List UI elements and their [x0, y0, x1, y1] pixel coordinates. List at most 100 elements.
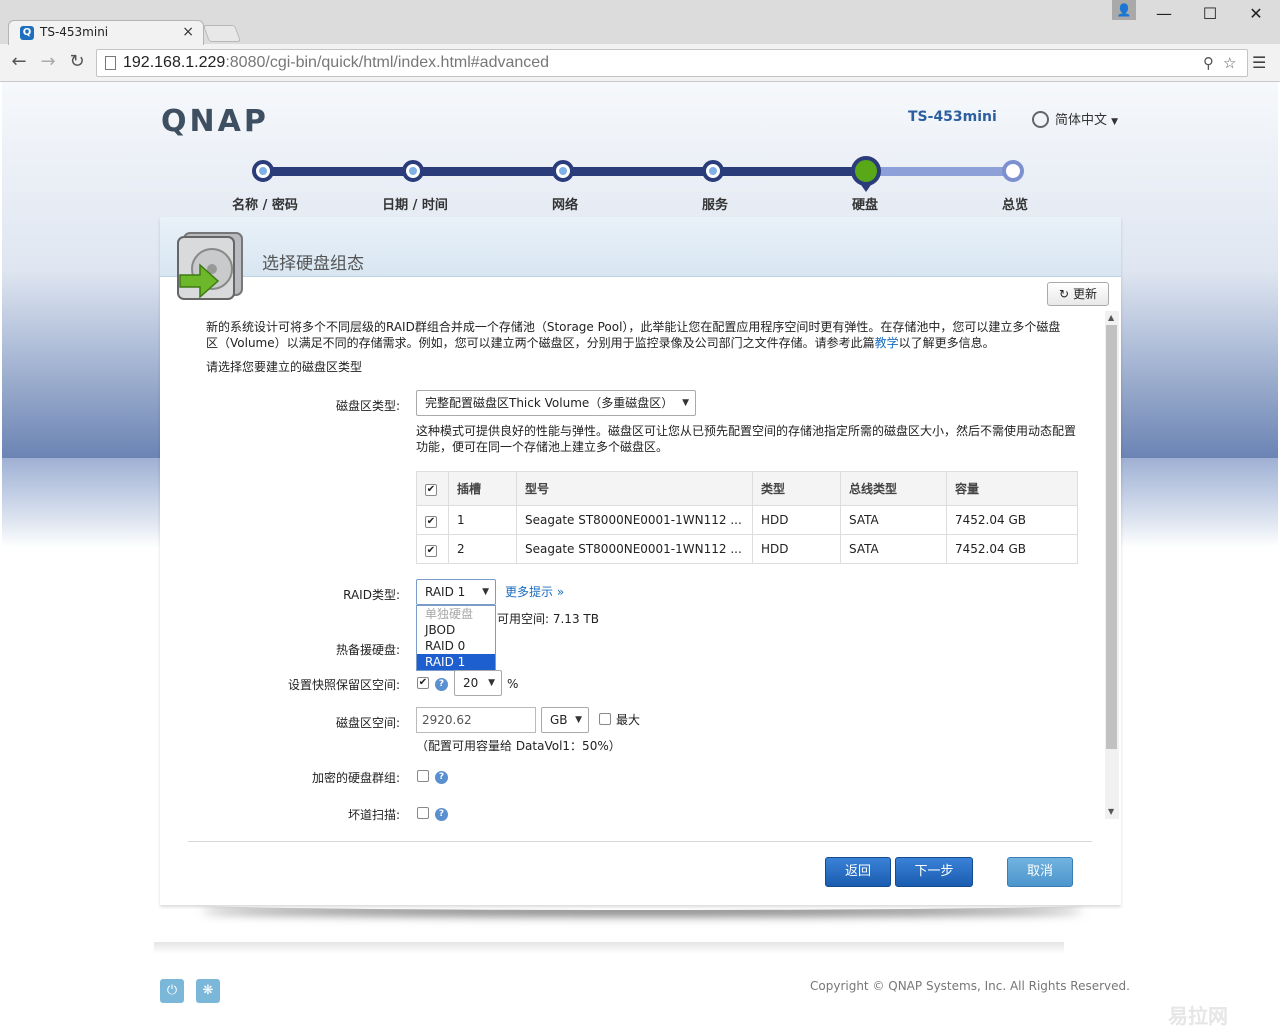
profile-icon[interactable]: 👤 — [1112, 0, 1136, 20]
hot-spare-label: 热备援硬盘: — [335, 643, 400, 657]
more-tips-link[interactable]: 更多提示 » — [505, 583, 564, 600]
available-space: 可用空间: 7.13 TB — [497, 612, 599, 626]
disk-config-dialog: 选择硬盘组态 ↻ 更新 ▲ ▼ 新的系统设计可将多个不同层级的RAID群组合并成… — [160, 217, 1121, 905]
dialog-title: 选择硬盘组态 — [262, 254, 364, 274]
help-icon[interactable]: ? — [435, 678, 448, 691]
step-dot-service — [702, 160, 724, 182]
tutorial-link[interactable]: 教学 — [875, 336, 899, 350]
cell-model: Seagate ST8000NE0001-1WN112 ... — [516, 534, 753, 564]
settings-gear-icon[interactable]: ❋ — [196, 979, 220, 1003]
new-tab-button[interactable] — [202, 25, 242, 42]
cell-slot: 2 — [448, 534, 517, 564]
url-text: 192.168.1.229:8080/cgi-bin/quick/html/in… — [123, 54, 550, 71]
snapshot-checkbox[interactable]: ✔ — [417, 677, 429, 689]
cancel-button[interactable]: 取消 — [1007, 857, 1073, 887]
close-tab-icon[interactable]: × — [182, 24, 194, 40]
bad-block-checkbox[interactable] — [417, 807, 429, 819]
percent-unit: % — [507, 677, 519, 691]
table-row[interactable]: ✔ 2 Seagate ST8000NE0001-1WN112 ... HDD … — [416, 534, 1078, 564]
raid-option-single: 单独硬盘 — [425, 607, 474, 621]
key-icon[interactable]: ⚲ — [1203, 54, 1214, 72]
cell-capacity: 7452.04 GB — [946, 505, 1078, 535]
chevron-down-icon: ▼ — [488, 678, 495, 688]
help-icon[interactable]: ? — [435, 808, 448, 821]
forward-icon[interactable]: → — [37, 51, 59, 73]
step-dot-name — [252, 160, 274, 182]
disk-table: ✔ 插槽 型号 类型 总线类型 容量 ✔ 1 Seagate ST8000NE0… — [416, 471, 1078, 564]
raid-type-label: RAID类型: — [343, 588, 400, 602]
reload-icon[interactable]: ↻ — [66, 51, 88, 73]
maximize-icon[interactable]: ☐ — [1196, 4, 1224, 24]
scroll-thumb[interactable] — [1106, 325, 1117, 749]
cell-type: HDD — [752, 534, 841, 564]
snapshot-reserve-label: 设置快照保留区空间: — [287, 678, 400, 692]
chevron-down-icon: ▼ — [482, 587, 489, 597]
cell-type: HDD — [752, 505, 841, 535]
max-label: 最大 — [616, 713, 641, 727]
encrypt-checkbox[interactable] — [417, 770, 429, 782]
volume-type-select[interactable]: 完整配置磁盘区Thick Volume（多重磁盘区） ▼ — [416, 390, 696, 416]
col-slot: 插槽 — [448, 471, 517, 506]
col-type: 类型 — [752, 471, 841, 506]
disk-checkbox[interactable]: ✔ — [425, 515, 437, 528]
step-label-name: 名称 / 密码 — [232, 198, 298, 213]
snapshot-percent-select[interactable]: 20 ▼ — [454, 670, 502, 696]
raid-type-select[interactable]: RAID 1 ▼ — [416, 579, 496, 605]
menu-icon[interactable]: ☰ — [1252, 53, 1266, 72]
qnap-logo: QNAP — [161, 104, 269, 139]
language-selector[interactable]: 简体中文 ▼ — [1032, 109, 1118, 128]
address-bar[interactable]: 192.168.1.229:8080/cgi-bin/quick/html/in… — [96, 49, 1248, 77]
hard-disk-icon — [177, 232, 243, 300]
step-dot-summary — [1002, 160, 1024, 182]
bookmark-star-icon[interactable]: ☆ — [1223, 54, 1236, 72]
table-header-row: ✔ 插槽 型号 类型 总线类型 容量 — [416, 471, 1078, 506]
scroll-down-icon[interactable]: ▼ — [1108, 807, 1114, 816]
refresh-button[interactable]: ↻ 更新 — [1047, 282, 1109, 306]
select-all-checkbox[interactable]: ✔ — [425, 484, 437, 496]
col-model: 型号 — [516, 471, 753, 506]
raid-option-raid0[interactable]: RAID 0 — [417, 638, 495, 654]
cell-bus: SATA — [840, 534, 947, 564]
disk-checkbox[interactable]: ✔ — [425, 544, 437, 557]
globe-icon — [1032, 111, 1049, 128]
chevron-down-icon: ▼ — [575, 715, 582, 725]
back-icon[interactable]: ← — [8, 51, 30, 73]
qnap-favicon-icon: Q — [20, 26, 34, 40]
raid-option-raid1[interactable]: RAID 1 — [417, 654, 495, 670]
allocation-note: （配置可用容量给 DataVol1：50%） — [416, 739, 621, 753]
raid-type-dropdown[interactable]: 单独硬盘 JBOD RAID 0 RAID 1 — [416, 605, 496, 671]
step-label-network: 网络 — [551, 198, 579, 213]
volume-unit-select[interactable]: GB ▼ — [541, 707, 589, 733]
bad-block-label: 坏道扫描: — [347, 808, 400, 822]
step-dot-date — [402, 160, 424, 182]
next-button[interactable]: 下一步 — [895, 857, 973, 887]
device-model: TS-453mini — [908, 109, 997, 125]
step-label-service: 服务 — [701, 198, 729, 213]
volume-space-label: 磁盘区空间: — [335, 716, 400, 730]
step-dot-network — [552, 160, 574, 182]
tab-title: TS-453mini — [40, 25, 109, 39]
watermark: 易拉网 — [1168, 1004, 1228, 1026]
divider — [188, 841, 1092, 842]
intro-text: 新的系统设计可将多个不同层级的RAID群组合并成一个存储池（Storage Po… — [206, 320, 1061, 350]
help-icon[interactable]: ? — [435, 771, 448, 784]
power-icon[interactable]: ⏻ — [160, 979, 184, 1003]
dialog-header: 选择硬盘组态 — [160, 217, 1121, 277]
page: QNAP TS-453mini 简体中文 ▼ 名称 / 密码 日期 / 时间 网… — [2, 82, 1278, 1024]
cell-capacity: 7452.04 GB — [946, 534, 1078, 564]
raid-option-jbod[interactable]: JBOD — [417, 622, 495, 638]
encrypt-label: 加密的硬盘群组: — [311, 771, 400, 785]
choose-prompt: 请选择您要建立的磁盘区类型 — [206, 360, 363, 374]
table-row[interactable]: ✔ 1 Seagate ST8000NE0001-1WN112 ... HDD … — [416, 505, 1078, 535]
browser-tab[interactable]: Q TS-453mini × — [8, 20, 204, 45]
max-checkbox[interactable] — [599, 713, 611, 725]
minimize-icon[interactable]: — — [1150, 4, 1178, 24]
dialog-scrollbar[interactable]: ▲ ▼ — [1105, 311, 1119, 819]
col-bus: 总线类型 — [840, 471, 947, 506]
back-button[interactable]: 返回 — [825, 857, 891, 887]
step-dot-disk-active — [851, 156, 881, 186]
volume-type-description: 这种模式可提供良好的性能与弹性。磁盘区可让您从已预先配置空间的存储池指定所需的磁… — [416, 424, 1077, 454]
scroll-up-icon[interactable]: ▲ — [1108, 313, 1114, 322]
volume-space-input[interactable]: 2920.62 — [416, 707, 536, 733]
close-window-icon[interactable]: ✕ — [1242, 4, 1270, 24]
